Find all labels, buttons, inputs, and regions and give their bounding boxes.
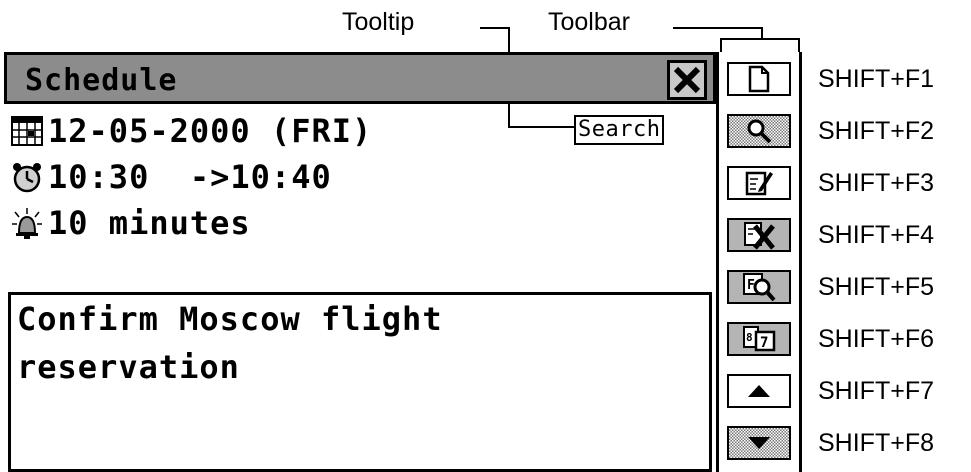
search-tooltip: Search	[574, 115, 665, 145]
note-line-1: Confirm Moscow flight	[17, 300, 443, 338]
shortcut-label-6: SHIFT+F6	[818, 325, 934, 353]
date-value: 12-05-2000 (FRI)	[48, 112, 373, 150]
search-icon	[747, 119, 772, 144]
shortcut-label-7: SHIFT+F7	[818, 377, 934, 405]
tooltip-leader-h1	[480, 27, 510, 29]
note-line-2: reservation	[17, 348, 240, 386]
time-row[interactable]: 10:30 ->10:40	[10, 154, 332, 200]
toolbar-annotation-label: Toolbar	[548, 8, 630, 36]
window-title: Schedule	[25, 63, 178, 98]
calendar-icon	[11, 116, 43, 146]
close-x-icon	[673, 66, 701, 94]
title-bar: Schedule	[4, 52, 716, 104]
toolbar-bracket-left	[720, 38, 722, 52]
toolbar-bracket-top	[720, 38, 800, 40]
toolbar: F 8 7	[716, 52, 802, 472]
edit-icon	[745, 171, 773, 196]
shortcut-label-1: SHIFT+F1	[818, 65, 934, 93]
find-in-view-icon: F	[743, 273, 776, 302]
alarm-row[interactable]: 10 minutes	[10, 200, 251, 246]
arrow-down-icon	[748, 437, 770, 449]
note-field[interactable]: Confirm Moscow flight reservation	[8, 292, 712, 472]
shortcut-label-8: SHIFT+F8	[818, 429, 934, 457]
delete-button[interactable]	[727, 218, 791, 252]
shortcut-label-5: SHIFT+F5	[818, 273, 934, 301]
date-row[interactable]: 12-05-2000 (FRI)	[10, 108, 372, 154]
calendar-toggle-icon: 8 7	[743, 326, 776, 352]
delete-icon	[744, 222, 775, 250]
scroll-up-button[interactable]	[727, 374, 791, 408]
edit-button[interactable]	[727, 166, 791, 200]
new-document-icon	[748, 65, 770, 93]
shortcut-label-3: SHIFT+F3	[818, 169, 934, 197]
alarm-bell-icon	[12, 208, 42, 239]
new-button[interactable]	[727, 62, 791, 96]
close-button[interactable]	[667, 60, 707, 100]
scroll-down-button[interactable]	[727, 426, 791, 460]
time-value: 10:30 ->10:40	[48, 158, 332, 196]
svg-text:7: 7	[760, 335, 768, 351]
arrow-up-icon	[748, 385, 770, 397]
shortcut-label-4: SHIFT+F4	[818, 221, 934, 249]
toolbar-bracket-right	[798, 38, 800, 52]
svg-text:8: 8	[746, 331, 753, 344]
alarm-value: 10 minutes	[48, 204, 251, 242]
calendar-toggle-button[interactable]: 8 7	[727, 322, 791, 356]
tooltip-annotation-label: Tooltip	[342, 8, 415, 36]
search-button[interactable]	[727, 114, 791, 148]
shortcut-label-2: SHIFT+F2	[818, 117, 934, 145]
alarm-clock-icon	[13, 163, 41, 193]
toolbar-bracket-mid	[761, 27, 763, 39]
find-view-button[interactable]: F	[727, 270, 791, 304]
toolbar-leader-h	[673, 27, 763, 29]
